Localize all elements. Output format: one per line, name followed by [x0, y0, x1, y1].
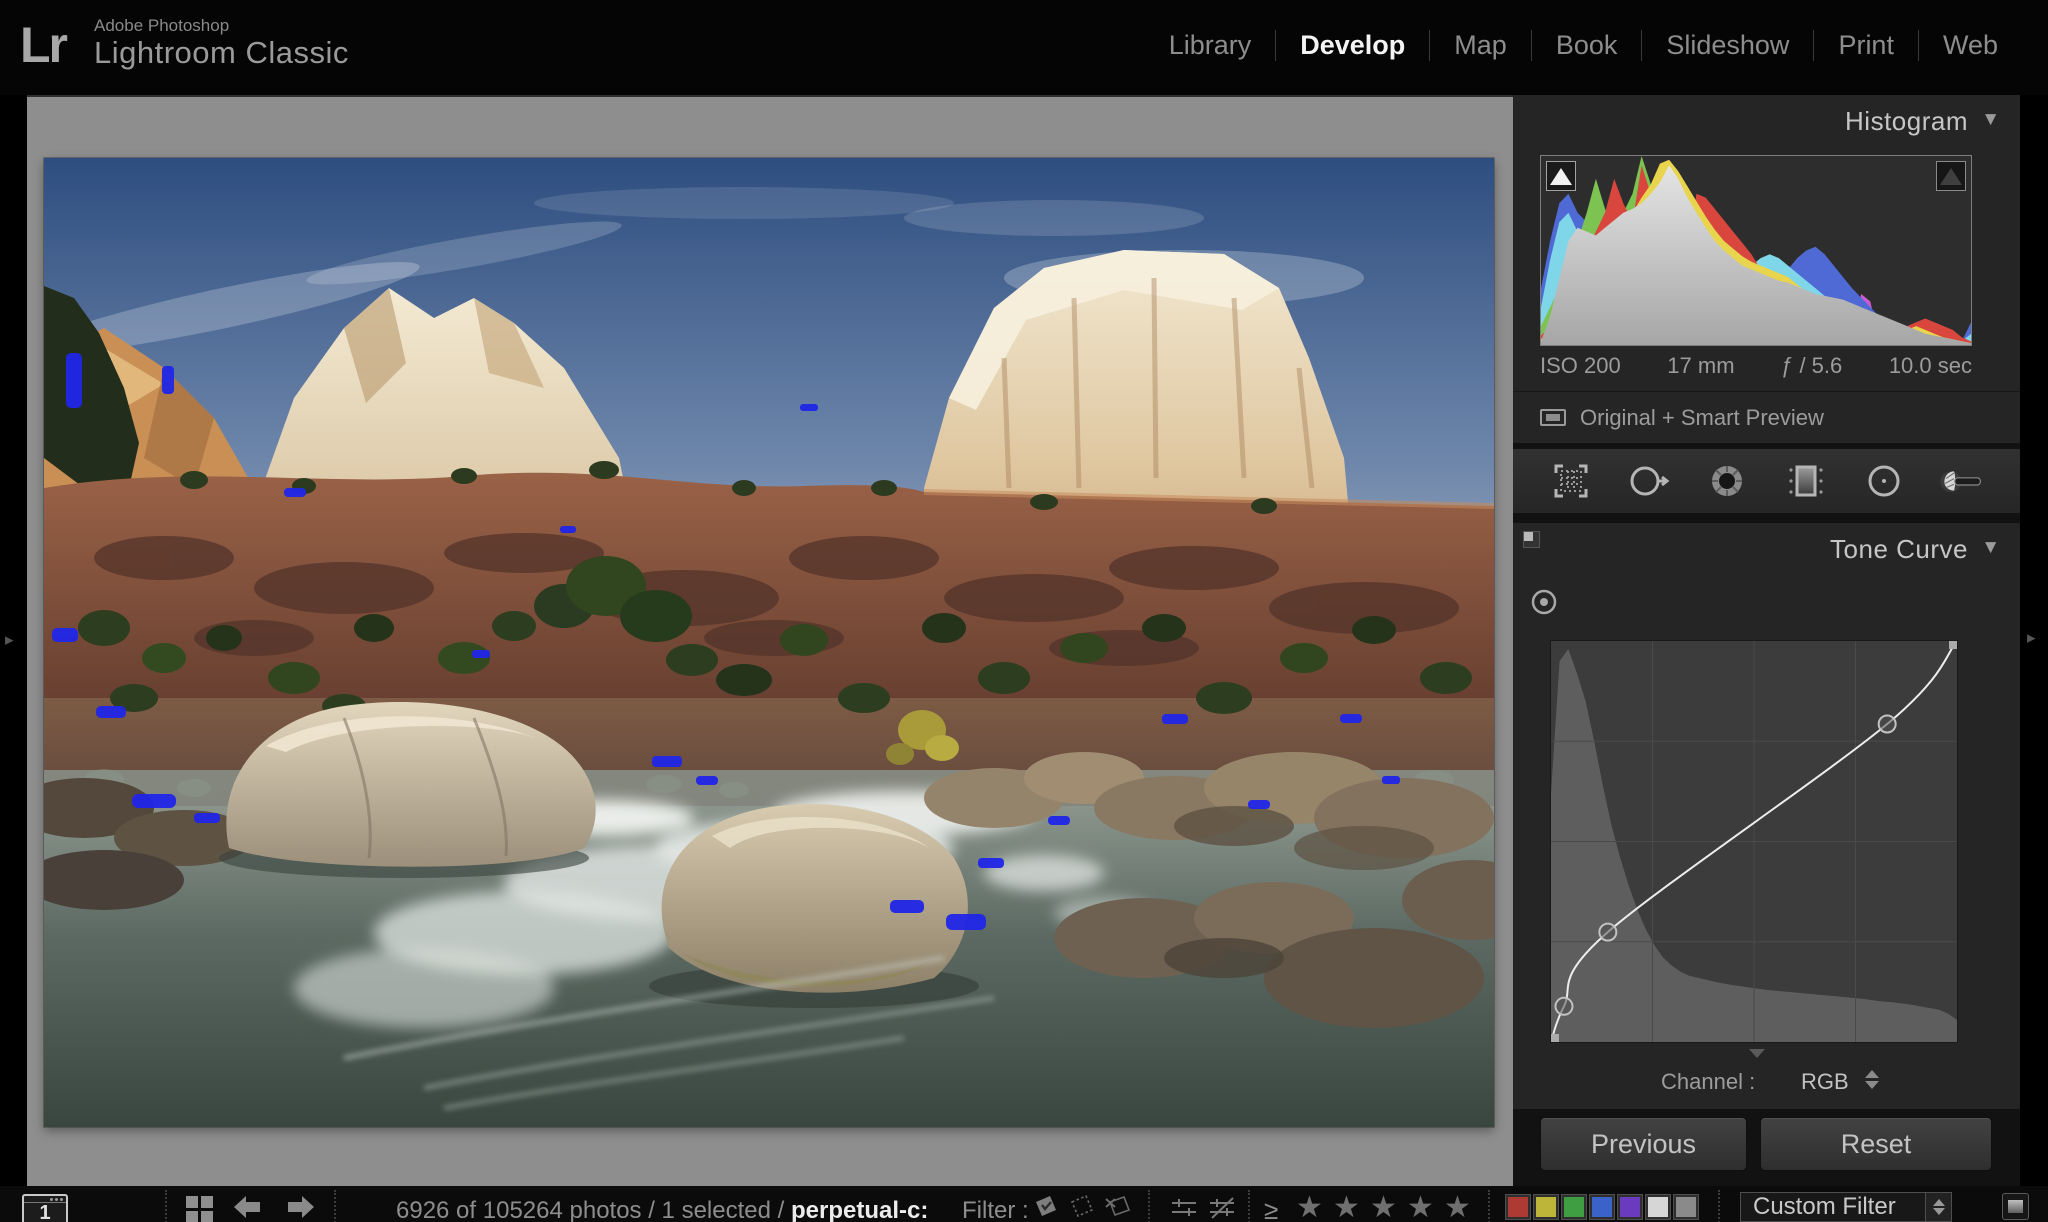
photo-image — [44, 158, 1494, 1127]
shadow-clipping-indicator[interactable] — [1546, 161, 1576, 191]
color-label-gray[interactable] — [1673, 1194, 1699, 1220]
module-picker: Library Develop Map Book Slideshow Print… — [1145, 30, 2022, 61]
exif-iso: ISO 200 — [1540, 353, 1621, 378]
smart-preview-icon — [1540, 409, 1566, 426]
color-label-purple[interactable] — [1617, 1194, 1643, 1220]
right-panel: Histogram ▼ ISO 200 17 mm ƒ / 5.6 10.0 s… — [1513, 95, 2020, 1186]
module-book[interactable]: Book — [1530, 30, 1642, 61]
color-label-white[interactable] — [1645, 1194, 1671, 1220]
smart-preview-status[interactable]: Original + Smart Preview — [1513, 391, 2020, 443]
star-icon[interactable]: ★ — [1296, 1193, 1323, 1222]
forward-arrow-icon[interactable] — [282, 1193, 318, 1222]
right-panel-rail: ▸ — [2020, 95, 2048, 1222]
tool-strip — [1513, 449, 2020, 513]
module-library[interactable]: Library — [1145, 30, 1276, 61]
graduated-filter-tool[interactable] — [1782, 457, 1830, 505]
exif-aperture: ƒ / 5.6 — [1781, 353, 1843, 378]
histogram-panel: Histogram ▼ ISO 200 17 mm ƒ / 5.6 10.0 s… — [1513, 95, 2020, 443]
brand-line-1: Adobe Photoshop — [94, 16, 230, 35]
filter-lock-icon[interactable] — [2002, 1193, 2029, 1220]
identity-plate: Lr Adobe Photoshop Lightroom Classic — [20, 16, 349, 74]
separator — [1488, 1190, 1490, 1222]
lightroom-window: Lr Adobe Photoshop Lightroom Classic Lib… — [0, 0, 2048, 1222]
star-icon[interactable]: ★ — [1333, 1193, 1360, 1222]
spot-removal-tool[interactable] — [1625, 457, 1673, 505]
tone-curve-svg — [1550, 640, 1958, 1043]
tone-curve-chart[interactable] — [1550, 640, 1958, 1043]
left-panel-reveal-icon[interactable]: ▸ — [5, 630, 14, 650]
smart-preview-label: Original + Smart Preview — [1580, 404, 1824, 430]
tone-curve-panel: Tone Curve ▼ Channel : RGB — [1513, 523, 2020, 1109]
separator — [334, 1190, 336, 1222]
back-arrow-icon[interactable] — [230, 1193, 266, 1222]
tone-curve-title: Tone Curve — [1830, 534, 1968, 564]
crop-overlay-tool[interactable] — [1547, 457, 1595, 505]
reset-button[interactable]: Reset — [1760, 1117, 1992, 1171]
right-panel-reveal-icon[interactable]: ▸ — [2027, 628, 2036, 648]
module-develop[interactable]: Develop — [1275, 30, 1429, 61]
module-slideshow[interactable]: Slideshow — [1641, 30, 1813, 61]
exif-info: ISO 200 17 mm ƒ / 5.6 10.0 sec — [1540, 353, 1972, 379]
selected-filename: perpetual-c: — [790, 1197, 929, 1222]
edited-filter-icon[interactable] — [1168, 1196, 1200, 1222]
color-label-yellow[interactable] — [1533, 1194, 1559, 1220]
lr-logo: Lr — [20, 17, 68, 73]
separator — [1148, 1190, 1150, 1222]
channel-label: Channel : — [1661, 1069, 1756, 1094]
main-window-button[interactable]: 1 — [22, 1194, 68, 1222]
photo-canvas[interactable] — [44, 158, 1494, 1127]
solo-mode-toggle-icon[interactable] — [1523, 531, 1540, 548]
previous-button[interactable]: Previous — [1540, 1117, 1747, 1171]
develop-buttons: Previous Reset — [1513, 1117, 2020, 1173]
filmstrip-toolbar: 1 2 6926 of 105264 photos / 1 selected /… — [0, 1186, 2048, 1222]
module-web[interactable]: Web — [1917, 30, 2022, 61]
filter-label: Filter : — [962, 1197, 1029, 1222]
radial-filter-tool[interactable] — [1860, 457, 1908, 505]
color-label-red[interactable] — [1505, 1194, 1531, 1220]
separator — [1718, 1190, 1720, 1222]
highlight-clipping-indicator[interactable] — [1936, 161, 1966, 191]
color-label-green[interactable] — [1561, 1194, 1587, 1220]
shadow-clip-triangle-icon — [1550, 167, 1572, 185]
channel-spinner-icon[interactable] — [1865, 1070, 1879, 1089]
histogram-svg — [1541, 156, 1971, 345]
histogram-title: Histogram — [1845, 106, 1968, 136]
brand-line-2: Lightroom Classic — [94, 35, 349, 70]
module-map[interactable]: Map — [1429, 30, 1531, 61]
star-icon[interactable]: ★ — [1370, 1193, 1397, 1222]
red-eye-tool[interactable] — [1703, 457, 1751, 505]
flag-unflagged-icon[interactable] — [1068, 1194, 1096, 1222]
exif-shutter: 10.0 sec — [1888, 353, 1972, 378]
channel-row: Channel : RGB — [1513, 1063, 2020, 1103]
channel-select[interactable]: RGB — [1801, 1069, 1849, 1095]
targeted-adjustment-icon[interactable] — [1529, 587, 1559, 622]
flag-picked-icon[interactable] — [1032, 1194, 1060, 1222]
separator — [165, 1190, 167, 1222]
grid-view-icon[interactable] — [186, 1196, 214, 1222]
exif-focal-length: 17 mm — [1667, 353, 1735, 378]
histogram-chart[interactable] — [1540, 155, 1972, 346]
star-icon[interactable]: ★ — [1444, 1193, 1471, 1222]
tone-curve-header[interactable]: Tone Curve ▼ — [1513, 523, 2020, 573]
filter-preset-value: Custom Filter — [1753, 1193, 1896, 1220]
collapse-triangle-icon[interactable]: ▼ — [1981, 109, 2000, 131]
filter-preset-dropdown[interactable]: Custom Filter — [1740, 1192, 1952, 1222]
adjustment-brush-tool[interactable] — [1938, 457, 1986, 505]
highlight-clip-triangle-icon — [1940, 167, 1962, 185]
flag-rejected-icon[interactable] — [1104, 1194, 1132, 1222]
dropdown-spinner-icon[interactable] — [1925, 1193, 1951, 1221]
color-label-blue[interactable] — [1589, 1194, 1615, 1220]
rating-operator[interactable]: ≥ — [1264, 1195, 1278, 1222]
catalog-status-text: 6926 of 105264 photos / 1 selected / per… — [396, 1197, 929, 1222]
module-print[interactable]: Print — [1813, 30, 1918, 61]
unedited-filter-icon[interactable] — [1206, 1196, 1238, 1222]
left-panel-rail: ▸ — [0, 95, 27, 1222]
separator — [1248, 1190, 1250, 1222]
develop-canvas-area — [27, 95, 1513, 1186]
top-bar: Lr Adobe Photoshop Lightroom Classic Lib… — [0, 0, 2048, 95]
star-icon[interactable]: ★ — [1407, 1193, 1434, 1222]
collapse-triangle-icon[interactable]: ▼ — [1981, 537, 2000, 559]
histogram-header[interactable]: Histogram ▼ — [1513, 95, 2020, 145]
curve-region-pointer-icon — [1749, 1049, 1765, 1058]
